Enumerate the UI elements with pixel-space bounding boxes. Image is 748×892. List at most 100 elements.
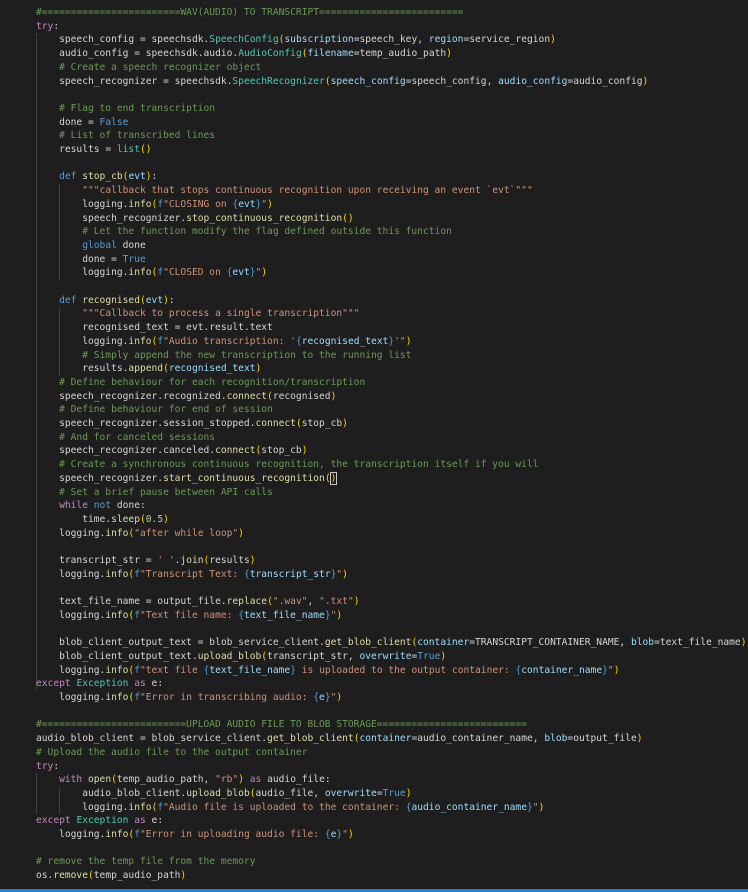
code-token: recognised: [82, 294, 140, 306]
code-token: done:: [111, 500, 146, 512]
code-token: container: [359, 733, 412, 745]
code-line[interactable]: done = False: [36, 116, 128, 130]
code-token: True: [116, 253, 146, 265]
code-line[interactable]: # Set a brief pause between API calls: [36, 486, 273, 500]
code-token: # Define behaviour for each recognition/…: [36, 376, 366, 388]
code-token: sleep: [111, 513, 140, 525]
code-token: ): [238, 527, 244, 539]
code-line[interactable]: logging.info(f"Transcript Text: {transcr…: [36, 568, 348, 582]
code-token: results.: [36, 363, 129, 375]
code-line[interactable]: results.append(recognised_text): [36, 362, 261, 376]
code-token: ): [180, 870, 187, 882]
code-token: ): [330, 390, 337, 402]
code-line[interactable]: """callback that stops continuous recogn…: [36, 184, 533, 198]
code-line[interactable]: # Let the function modify the flag defin…: [36, 225, 452, 239]
code-line[interactable]: #========================WAV(AUDIO) TO T…: [36, 6, 463, 20]
code-token: logging.: [36, 335, 129, 347]
code-token: =audio_container_name,: [411, 733, 545, 745]
code-line[interactable]: logging.info(f"Audio transcription: '{re…: [36, 335, 411, 349]
code-line[interactable]: speech_recognizer.recognized.connect(rec…: [36, 390, 336, 404]
code-line[interactable]: except Exception as e:: [36, 814, 163, 828]
code-line[interactable]: # Simply append the new transcription to…: [36, 349, 411, 363]
code-token: :: [151, 171, 158, 183]
code-line[interactable]: done = True: [36, 253, 146, 267]
code-token: ): [267, 198, 273, 210]
code-line[interactable]: # And for canceled sessions: [36, 431, 215, 445]
code-token: ): [353, 596, 360, 608]
code-line[interactable]: # remove the temp file from the memory: [36, 855, 256, 869]
code-line[interactable]: with open(temp_audio_path, "rb") as audi…: [36, 773, 331, 787]
code-line[interactable]: text_file_name = output_file.replace(".w…: [36, 595, 360, 609]
code-token: info: [105, 527, 129, 539]
code-token: results: [36, 144, 106, 155]
code-line[interactable]: transcript_str = ' '.join(results): [36, 554, 256, 568]
code-token: "CLOSING on: [163, 198, 233, 210]
code-line[interactable]: def recognised(evt):: [36, 294, 175, 308]
code-token: =speech_config,: [405, 75, 499, 87]
code-token: results: [209, 555, 250, 566]
code-line[interactable]: # List of transcribed lines: [36, 129, 215, 143]
code-token: done: [116, 239, 146, 251]
code-token: is uploaded to the output container:: [295, 664, 516, 676]
code-line[interactable]: global done: [36, 239, 146, 253]
code-line[interactable]: def stop_cb(evt):: [36, 170, 157, 184]
code-token: """Callback to process a single transcri…: [82, 308, 360, 320]
code-token: info: [128, 801, 152, 813]
code-token: ): [261, 267, 268, 279]
code-line[interactable]: speech_recognizer.stop_continuous_recogn…: [36, 212, 354, 226]
code-token: '": [394, 335, 406, 347]
code-line[interactable]: blob_client_output_text.upload_blob(tran…: [36, 650, 446, 664]
code-line[interactable]: time.sleep(0.5): [36, 513, 169, 527]
code-line[interactable]: os.remove(temp_audio_path): [36, 869, 186, 883]
code-line[interactable]: audio_blob_client.upload_blob(audio_file…: [36, 787, 411, 801]
code-token: # Create a speech recognizer object: [36, 61, 262, 73]
code-line[interactable]: speech_recognizer = speechsdk.SpeechReco…: [36, 75, 648, 89]
code-token: transcript_str: [36, 555, 146, 566]
code-token: "Error in uploading audio file:: [139, 829, 325, 840]
code-line[interactable]: logging.info(f"Audio file is uploaded to…: [36, 801, 544, 815]
code-token: #=========================UPLOAD AUDIO F…: [36, 719, 527, 731]
code-token: info: [105, 609, 129, 621]
code-line[interactable]: results = list(): [36, 143, 151, 157]
code-line[interactable]: """Callback to process a single transcri…: [36, 307, 359, 321]
code-line[interactable]: while not done:: [36, 499, 146, 513]
code-line[interactable]: speech_config = speechsdk.SpeechConfig(s…: [36, 33, 556, 47]
code-line[interactable]: logging.info(f"Error in uploading audio …: [36, 828, 354, 842]
code-token: get_blob_client: [324, 637, 412, 649]
code-line[interactable]: except Exception as e:: [36, 677, 163, 691]
code-line[interactable]: speech_recognizer.session_stopped.connec…: [36, 417, 348, 431]
code-line[interactable]: # Upload the audio file to the output co…: [36, 746, 307, 760]
code-token: os.: [36, 870, 54, 882]
code-line[interactable]: logging.info(f"Error in transcribing aud…: [36, 691, 342, 705]
code-line[interactable]: speech_recognizer.start_continuous_recog…: [36, 471, 338, 486]
code-token: ): [255, 363, 262, 375]
code-editor[interactable]: #========================WAV(AUDIO) TO T…: [0, 0, 748, 892]
code-line[interactable]: logging.info(f"text file {text_file_name…: [36, 664, 619, 678]
code-line[interactable]: logging.info("after while loop"): [36, 527, 244, 541]
code-line[interactable]: speech_recognizer.canceled.connect(stop_…: [36, 444, 307, 458]
code-token: #========================WAV(AUDIO) TO T…: [36, 7, 464, 18]
code-line[interactable]: audio_blob_client = blob_service_client.…: [36, 732, 643, 746]
code-token: ): [249, 555, 256, 566]
code-line[interactable]: try:: [36, 20, 59, 34]
code-line[interactable]: # Define behaviour for each recognition/…: [36, 376, 365, 390]
code-line[interactable]: logging.info(f"Text file name: {text_fil…: [36, 609, 342, 623]
code-line[interactable]: recognised_text = evt.result.text: [36, 321, 273, 335]
code-line[interactable]: # Flag to end transcription: [36, 102, 215, 116]
code-line[interactable]: logging.info(f"CLOSED on {evt}"): [36, 266, 267, 280]
code-line[interactable]: #=========================UPLOAD AUDIO F…: [36, 718, 527, 732]
code-line[interactable]: blob_client_output_text = blob_service_c…: [36, 636, 746, 650]
code-line[interactable]: # Create a synchronous continuous recogn…: [36, 458, 538, 472]
code-token: transcript_str,: [267, 650, 360, 662]
code-token: as: [134, 815, 146, 827]
code-line[interactable]: # Create a speech recognizer object: [36, 61, 261, 75]
code-line[interactable]: logging.info(f"CLOSING on {evt}"): [36, 198, 273, 212]
code-line[interactable]: audio_config = speechsdk.audio.AudioConf…: [36, 47, 452, 61]
code-token: SpeechConfig: [209, 34, 279, 46]
code-line[interactable]: try:: [36, 760, 59, 774]
code-line[interactable]: # Define behaviour for end of session: [36, 403, 273, 417]
code-token: upload_blob: [197, 650, 262, 662]
code-token: logging.: [36, 664, 106, 676]
